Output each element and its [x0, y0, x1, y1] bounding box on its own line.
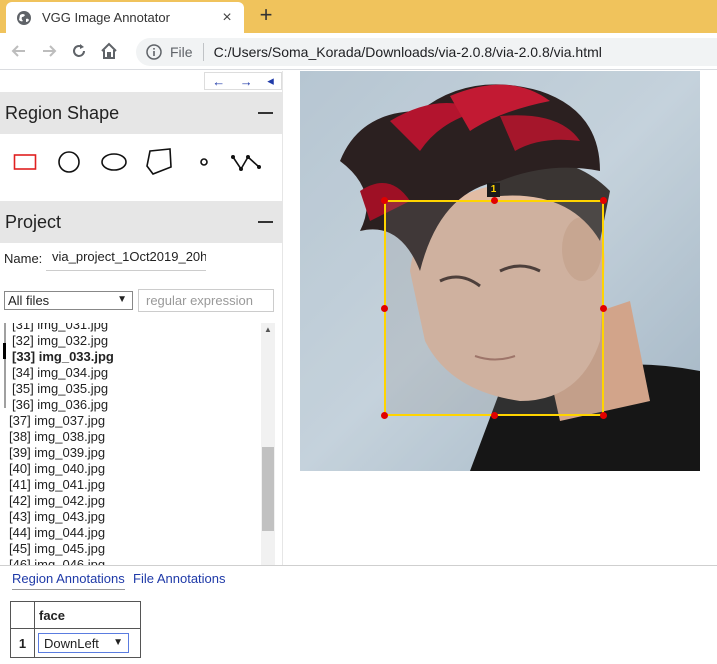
scroll-thumb[interactable]: [262, 447, 274, 531]
header-corner-cell: [10, 601, 35, 629]
tab-region-annotations[interactable]: Region Annotations: [12, 571, 125, 590]
collapse-panel-icon[interactable]: ◂: [267, 73, 274, 89]
url-text: C:/Users/Soma_Korada/Downloads/via-2.0.8…: [213, 44, 602, 60]
file-list-item[interactable]: [40] img_040.jpg: [9, 461, 105, 477]
browser-toolbar: File C:/Users/Soma_Korada/Downloads/via-…: [0, 33, 717, 70]
region-shape-header[interactable]: Region Shape: [0, 92, 283, 134]
active-file-marker: [3, 343, 6, 359]
new-tab-button[interactable]: +: [256, 4, 276, 26]
reload-icon[interactable]: [68, 40, 90, 62]
attribute-cell: DownLeft ▼: [34, 628, 141, 658]
project-header[interactable]: Project: [0, 201, 283, 243]
project-name-input[interactable]: via_project_1Oct2019_20h: [46, 249, 206, 271]
collapse-minus-icon[interactable]: [258, 221, 273, 223]
file-list-item[interactable]: [38] img_038.jpg: [9, 429, 105, 445]
ellipse-shape-icon[interactable]: [100, 147, 128, 177]
scroll-up-icon[interactable]: ▲: [261, 325, 275, 337]
home-icon[interactable]: [98, 40, 120, 62]
resize-handle[interactable]: [491, 412, 498, 419]
file-list-item-active[interactable]: [33] img_033.jpg: [12, 349, 114, 365]
file-list-item[interactable]: [43] img_043.jpg: [9, 509, 105, 525]
resize-handle[interactable]: [600, 197, 607, 204]
region-shape-title: Region Shape: [5, 102, 120, 123]
collapse-minus-icon[interactable]: [258, 112, 273, 114]
resize-handle[interactable]: [600, 305, 607, 312]
rectangle-shape-icon[interactable]: [13, 147, 37, 177]
info-icon[interactable]: [146, 44, 162, 60]
file-list-item[interactable]: [34] img_034.jpg: [12, 365, 108, 381]
resize-handle[interactable]: [381, 305, 388, 312]
file-list-item[interactable]: [42] img_042.jpg: [9, 493, 105, 509]
address-separator: [202, 43, 204, 61]
file-list-item[interactable]: [37] img_037.jpg: [9, 413, 105, 429]
polyline-shape-icon[interactable]: [231, 147, 261, 177]
panel-nav: ← → ◂: [204, 72, 282, 90]
list-selection-bar: [4, 323, 6, 408]
resize-handle[interactable]: [381, 197, 388, 204]
back-icon[interactable]: [8, 40, 30, 62]
file-list-item[interactable]: [44] img_044.jpg: [9, 525, 105, 541]
file-list-item[interactable]: [32] img_032.jpg: [12, 333, 108, 349]
file-list-item[interactable]: [46] img_046.jpg: [9, 557, 105, 565]
forward-icon[interactable]: [38, 40, 60, 62]
scheme-label: File: [170, 44, 193, 60]
image-canvas[interactable]: 1: [300, 71, 700, 471]
tab-file-annotations[interactable]: File Annotations: [133, 571, 226, 586]
address-bar[interactable]: File C:/Users/Soma_Korada/Downloads/via-…: [136, 38, 717, 66]
tab-title: VGG Image Annotator: [42, 10, 170, 25]
prev-arrow-icon[interactable]: ←: [212, 74, 225, 89]
rectangle-region[interactable]: [381, 197, 607, 419]
resize-handle[interactable]: [381, 412, 388, 419]
face-attribute-select[interactable]: DownLeft ▼: [38, 633, 129, 653]
region-row-number: 1: [10, 628, 35, 658]
project-name-label: Name:: [4, 250, 43, 266]
file-list-item[interactable]: [31] img_031.jpg: [12, 323, 108, 333]
annotation-editor: Region Annotations File Annotations face…: [0, 565, 717, 664]
file-list-item[interactable]: [45] img_045.jpg: [9, 541, 105, 557]
project-title: Project: [5, 211, 62, 232]
resize-handle[interactable]: [491, 197, 498, 204]
next-arrow-icon[interactable]: →: [240, 74, 253, 89]
resize-handle[interactable]: [600, 412, 607, 419]
globe-icon: [16, 10, 32, 26]
polygon-shape-icon[interactable]: [144, 147, 174, 177]
dropdown-arrow-icon: ▼: [117, 294, 127, 305]
face-select-value: DownLeft: [44, 635, 99, 651]
dropdown-arrow-icon: ▼: [113, 637, 123, 648]
browser-tab[interactable]: VGG Image Annotator ×: [6, 2, 244, 33]
browser-tab-bar: VGG Image Annotator × +: [0, 0, 717, 33]
file-list-item[interactable]: [39] img_039.jpg: [9, 445, 105, 461]
circle-shape-icon[interactable]: [57, 147, 81, 177]
attribute-header: face: [34, 601, 141, 629]
table-row: 1 DownLeft ▼: [10, 628, 141, 658]
close-tab-icon[interactable]: ×: [220, 9, 234, 25]
file-list-item[interactable]: [36] img_036.jpg: [12, 397, 108, 413]
region-id-label: 1: [487, 183, 500, 197]
left-sidebar: ← → ◂ Region Shape Project Name: via_pro…: [0, 71, 283, 565]
regex-filter-input[interactable]: regular expression: [138, 289, 274, 312]
file-list-item[interactable]: [41] img_041.jpg: [9, 477, 105, 493]
file-list-item[interactable]: [35] img_035.jpg: [12, 381, 108, 397]
table-header-row: face: [10, 601, 141, 629]
file-list: [31] img_031.jpg [32] img_032.jpg [33] img…: [0, 323, 262, 565]
annotation-table: face 1 DownLeft ▼: [10, 601, 141, 658]
filter-value: All files: [8, 293, 50, 308]
file-list-scrollbar[interactable]: ▲: [261, 323, 275, 565]
point-shape-icon[interactable]: [199, 147, 209, 177]
file-filter-select[interactable]: All files ▼: [4, 291, 133, 310]
